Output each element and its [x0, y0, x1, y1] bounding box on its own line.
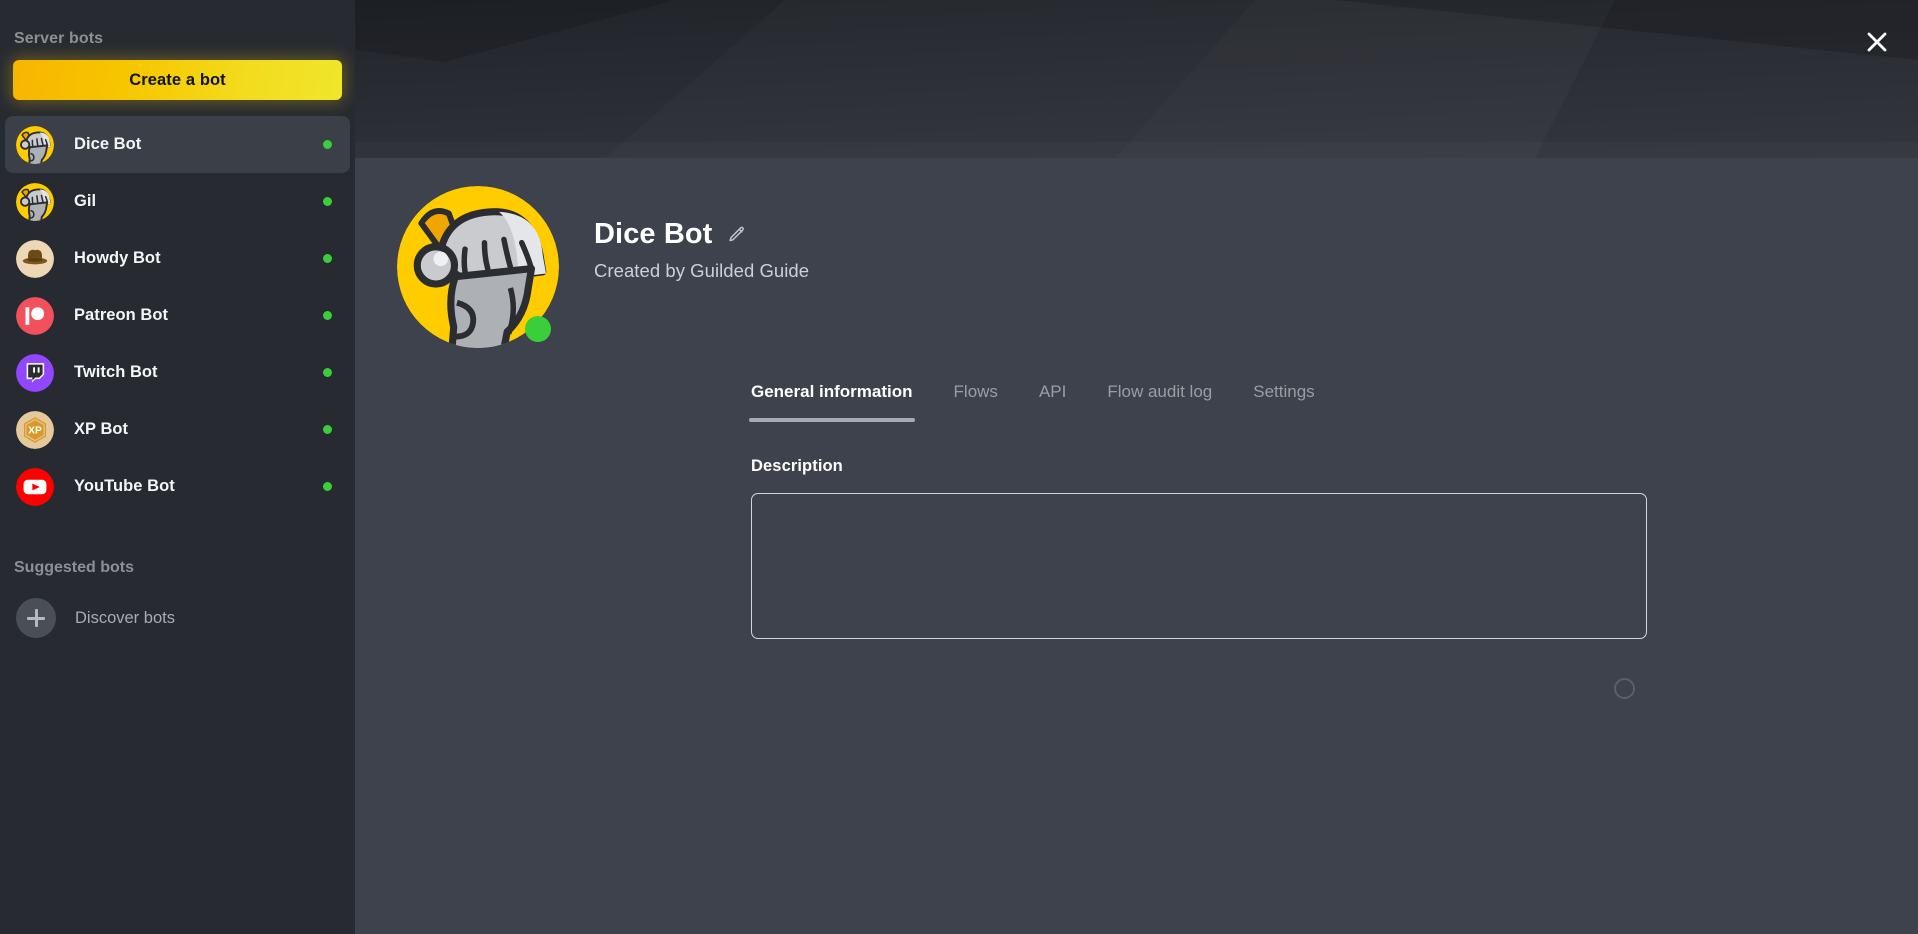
- plus-icon: [16, 598, 56, 638]
- sidebar-bot-name: XP Bot: [74, 420, 129, 438]
- tab-flow-audit-log[interactable]: Flow audit log: [1107, 382, 1212, 422]
- patreon-icon: [16, 296, 54, 335]
- sidebar-item-howdy-bot[interactable]: Howdy Bot: [5, 230, 350, 287]
- knight-helmet-icon: [16, 182, 54, 221]
- banner-facets: [355, 0, 1918, 158]
- status-dot-online: [525, 316, 551, 342]
- sidebar-item-gil[interactable]: Gil: [5, 173, 350, 230]
- sidebar-item-patreon-bot[interactable]: Patreon Bot: [5, 287, 350, 344]
- status-dot-online: [323, 368, 332, 377]
- sidebar-bot-name: Gil: [74, 192, 97, 210]
- twitch-icon: [16, 353, 54, 392]
- sidebar-bot-name: Howdy Bot: [74, 249, 161, 267]
- bot-identity: Dice Bot Created by Guilded Guide: [594, 186, 809, 282]
- tab-flows[interactable]: Flows: [954, 382, 998, 422]
- svg-text:XP: XP: [28, 425, 42, 436]
- discover-bots-item[interactable]: Discover bots: [5, 591, 350, 645]
- page-title: Dice Bot: [594, 218, 713, 250]
- sidebar-bot-name: YouTube Bot: [74, 477, 175, 495]
- bot-title-row: Dice Bot: [594, 218, 809, 251]
- sidebar-item-xp-bot[interactable]: XP XP Bot: [5, 401, 350, 458]
- sidebar-item-twitch-bot[interactable]: Twitch Bot: [5, 344, 350, 401]
- tab-settings[interactable]: Settings: [1253, 382, 1314, 422]
- bot-banner: [355, 0, 1918, 158]
- close-icon[interactable]: [1861, 26, 1893, 58]
- xp-hexagon-icon: XP: [16, 410, 54, 449]
- sidebar-item-dice-bot[interactable]: Dice Bot: [5, 116, 350, 173]
- youtube-icon: [16, 467, 54, 506]
- status-dot-online: [323, 482, 332, 491]
- status-dot-online: [323, 254, 332, 263]
- tab-general-information[interactable]: General information: [749, 382, 915, 422]
- bots-sidebar: Server bots Create a bot Dice Bot Gil Ho…: [0, 0, 355, 934]
- avatar: [397, 186, 559, 348]
- cowboy-hat-icon: [16, 239, 54, 278]
- loading-spinner-icon: [1614, 678, 1635, 699]
- status-dot-online: [323, 311, 332, 320]
- description-label: Description: [751, 457, 843, 475]
- description-section: Description: [751, 457, 1647, 699]
- sidebar-bot-name: Dice Bot: [74, 135, 142, 153]
- knight-helmet-icon: [16, 125, 54, 164]
- server-bots-heading: Server bots: [14, 30, 104, 47]
- sidebar-bot-name: Twitch Bot: [74, 363, 158, 381]
- status-dot-online: [323, 140, 332, 149]
- create-a-bot-button[interactable]: Create a bot: [13, 60, 342, 100]
- suggested-bots-heading: Suggested bots: [14, 559, 135, 576]
- bot-profile-header: Dice Bot Created by Guilded Guide: [397, 186, 809, 348]
- bots-modal: Server bots Create a bot Dice Bot Gil Ho…: [0, 0, 1918, 934]
- status-dot-online: [323, 197, 332, 206]
- sidebar-item-youtube-bot[interactable]: YouTube Bot: [5, 458, 350, 515]
- bot-detail-panel: Dice Bot Created by Guilded Guide Genera…: [355, 0, 1918, 934]
- bot-tabs: General information Flows API Flow audit…: [749, 382, 1356, 422]
- bot-list: Dice Bot Gil Howdy Bot Patreon Bot Twitc…: [0, 116, 355, 515]
- sidebar-bot-name: Patreon Bot: [74, 306, 169, 324]
- bot-creator-label: Created by Guilded Guide: [594, 260, 810, 281]
- tab-api[interactable]: API: [1039, 382, 1066, 422]
- create-bot-container: Create a bot: [0, 60, 355, 100]
- status-dot-online: [323, 425, 332, 434]
- description-input[interactable]: [751, 493, 1647, 639]
- discover-bots-label: Discover bots: [75, 608, 175, 627]
- pencil-edit-icon[interactable]: [727, 225, 746, 244]
